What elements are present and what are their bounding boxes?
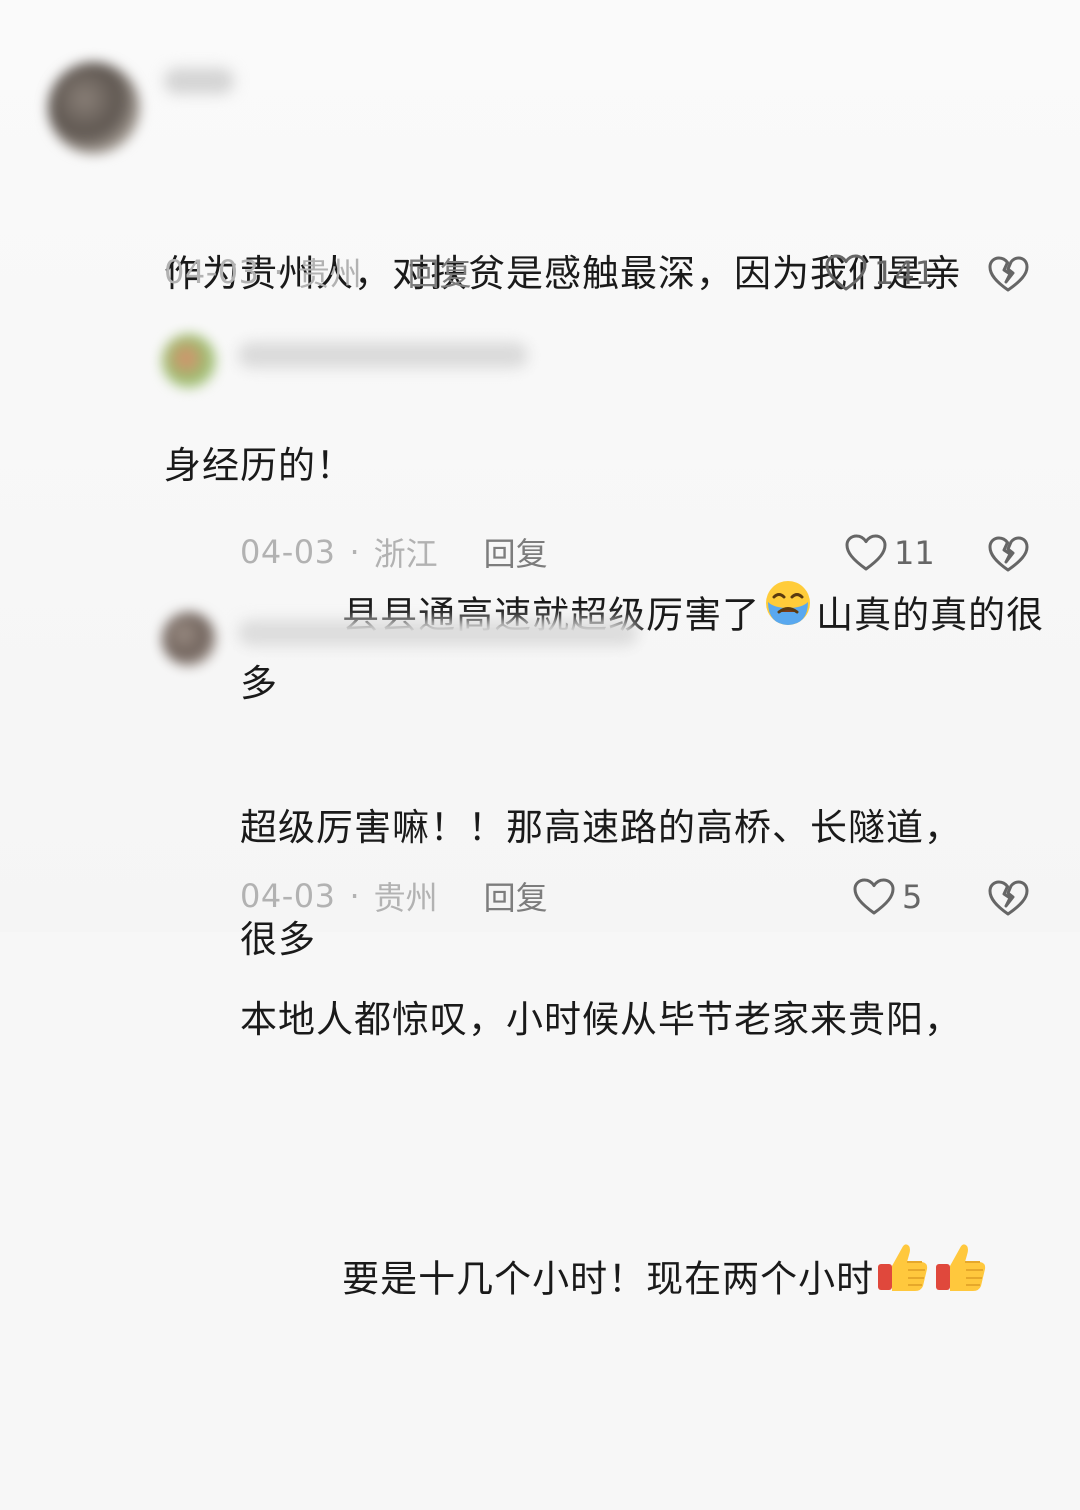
like-button[interactable]: 141: [824, 250, 935, 296]
comment-text: 超级厉害嘛！！那高速路的高桥、长隧道， 本地人都惊叹，小时候从毕节老家来贵阳， …: [240, 668, 1050, 1510]
reply-button[interactable]: 回复: [484, 529, 548, 575]
comment-meta: 04-03 · 浙江 回复: [240, 529, 548, 575]
comment-text-line: 超级厉害嘛！！那高速路的高桥、长隧道，: [240, 806, 962, 849]
broken-heart-icon[interactable]: [987, 533, 1029, 575]
avatar[interactable]: [162, 334, 216, 388]
comment-date: 04-03: [240, 533, 336, 571]
thumbs-up-icon: [874, 1240, 932, 1314]
avatar[interactable]: [162, 612, 216, 666]
comment-text-part: 要是十几个小时！现在两个小时: [342, 1257, 875, 1301]
comment-meta: 04-03 · 贵州 回复: [164, 249, 472, 295]
heart-icon: [853, 878, 895, 915]
comment-location: 贵州: [297, 255, 362, 293]
separator: ·: [349, 533, 360, 571]
separator: ·: [273, 253, 284, 291]
thumbs-up-icon: [932, 1240, 990, 1314]
comment-location: 贵州: [373, 879, 438, 917]
avatar[interactable]: [48, 62, 140, 154]
heart-icon: [845, 534, 887, 571]
loudly-crying-face-icon: [760, 578, 816, 648]
comment-date: 04-03: [240, 877, 336, 915]
heart-icon: [825, 254, 867, 291]
comment-meta: 04-03 · 贵州 回复: [240, 873, 548, 919]
like-button[interactable]: 11: [844, 530, 935, 576]
like-count: 5: [902, 878, 923, 916]
username-blurred[interactable]: [164, 68, 234, 94]
like-button[interactable]: 5: [852, 874, 922, 920]
reply-button[interactable]: 回复: [484, 873, 548, 919]
comment-thread: 作为贵州人，对扶贫是感触最深，因为我们是亲 身经历的！ 04-03 · 贵州 回…: [0, 0, 1080, 1301]
comment-location: 浙江: [373, 535, 438, 573]
reply-button[interactable]: 回复: [408, 249, 472, 295]
username-blurred[interactable]: [238, 620, 638, 646]
comment-text-line: 本地人都惊叹，小时候从毕节老家来贵阳，: [240, 998, 962, 1041]
separator: ·: [349, 877, 360, 915]
comment-text-line: 要是十几个小时！现在两个小时: [240, 1180, 1050, 1382]
like-count: 11: [894, 534, 935, 572]
like-count: 141: [874, 254, 936, 292]
broken-heart-icon[interactable]: [987, 253, 1029, 295]
comment-date: 04-03: [164, 253, 260, 291]
broken-heart-icon[interactable]: [987, 877, 1029, 919]
username-blurred[interactable]: [238, 342, 528, 368]
